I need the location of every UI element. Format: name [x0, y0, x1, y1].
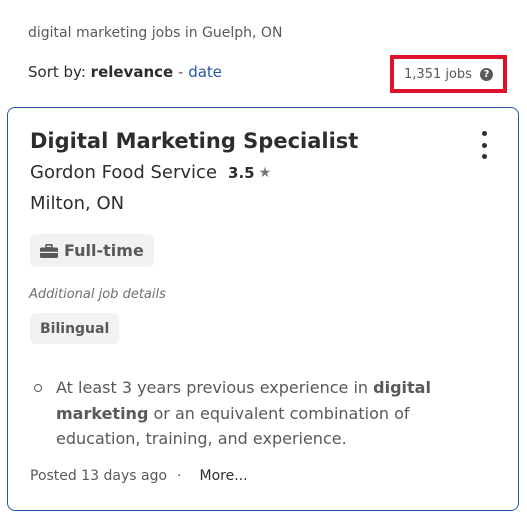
job-type-label: Full-time — [64, 241, 144, 260]
sort-separator: - — [177, 63, 184, 81]
job-count: 1,351 jobs — [404, 66, 472, 82]
job-count-highlight: 1,351 jobs ? — [390, 55, 507, 93]
company-name[interactable]: Gordon Food Service — [30, 162, 217, 183]
job-snippet: At least 3 years previous experience in … — [56, 375, 476, 452]
job-title[interactable]: Digital Marketing Specialist — [30, 129, 358, 153]
job-type-badge: Full-time — [30, 234, 154, 267]
help-icon[interactable]: ? — [479, 67, 493, 81]
briefcase-icon — [40, 243, 58, 258]
footer-separator: · — [177, 468, 182, 484]
job-card[interactable]: Digital Marketing Specialist Gordon Food… — [7, 107, 519, 511]
job-footer: Posted 13 days ago · More... — [30, 468, 248, 484]
detail-tag-bilingual: Bilingual — [30, 313, 120, 344]
posted-date: Posted 13 days ago — [30, 468, 168, 484]
additional-details-label: Additional job details — [29, 287, 166, 302]
search-breadcrumb: digital marketing jobs in Guelph, ON — [28, 25, 283, 41]
star-icon: ★ — [258, 164, 272, 181]
snippet-text-1: At least 3 years previous experience in — [56, 378, 374, 397]
sort-controls: Sort by: relevance - date — [28, 63, 222, 81]
sort-relevance: relevance — [90, 63, 174, 81]
sort-label: Sort by: — [28, 63, 86, 81]
company-row: Gordon Food Service 3.5 ★ — [30, 162, 271, 183]
more-options-icon[interactable] — [480, 131, 488, 159]
job-location: Milton, ON — [30, 193, 125, 214]
company-rating: 3.5 — [228, 163, 255, 182]
bullet-icon — [34, 384, 42, 392]
sort-by-date-link[interactable]: date — [188, 63, 222, 81]
more-link[interactable]: More... — [200, 468, 248, 484]
